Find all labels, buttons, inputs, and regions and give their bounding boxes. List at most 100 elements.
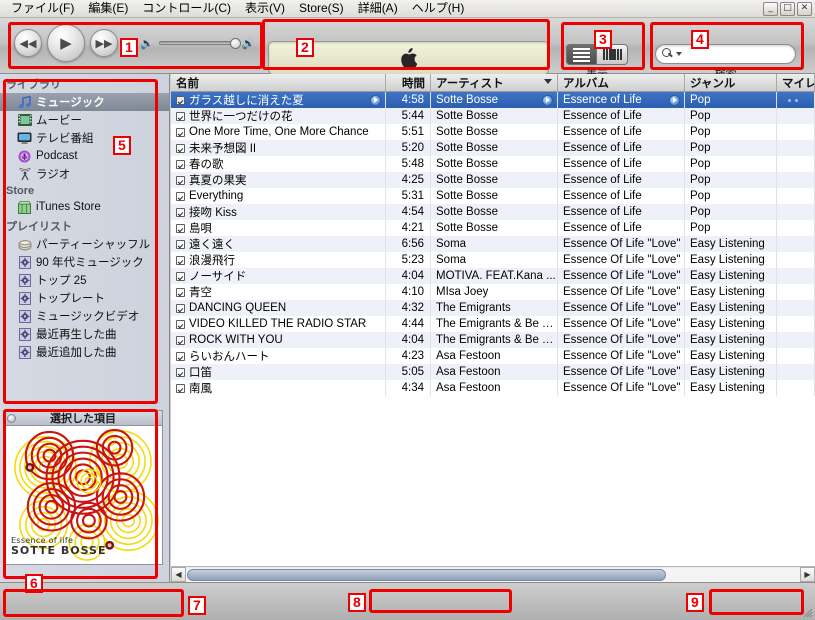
track-rating[interactable] [777, 364, 815, 380]
menu-help[interactable]: ヘルプ(H) [405, 0, 472, 17]
sidebar-item-トップレート[interactable]: トップレート [0, 289, 169, 307]
track-rating[interactable] [777, 108, 815, 124]
track-rating[interactable] [777, 156, 815, 172]
sidebar-item-最近追加した曲[interactable]: 最近追加した曲 [0, 343, 169, 361]
scroll-left-icon[interactable]: ◀ [171, 567, 186, 582]
scrollbar-thumb[interactable] [187, 568, 666, 581]
column-header-4[interactable]: ジャンル [685, 74, 777, 91]
next-button[interactable]: ▶▶ [90, 29, 118, 57]
table-row[interactable]: 青空 4:10 MIsa Joey Essence Of Life "Love" Eas… [171, 284, 815, 300]
sidebar-item-iTunes-Store[interactable]: iTunes Store [0, 198, 169, 216]
store-link-arrow-icon[interactable] [542, 94, 553, 106]
close-button[interactable]: ✕ [797, 2, 812, 16]
menu-file[interactable]: ファイル(F) [4, 0, 81, 17]
track-checkbox[interactable] [176, 207, 185, 217]
table-row[interactable]: 島唄 4:21 Sotte Bosse Essence of Life Pop [171, 220, 815, 236]
store-link-arrow-icon[interactable] [669, 94, 680, 106]
sidebar-item-トップ-25[interactable]: トップ 25 [0, 271, 169, 289]
track-rating[interactable] [777, 316, 815, 332]
sidebar-item-パーティーシャッフル[interactable]: パーティーシャッフル [0, 235, 169, 253]
search-icon[interactable] [662, 48, 674, 60]
search-box[interactable] [655, 44, 796, 64]
menu-advanced[interactable]: 詳細(A) [351, 0, 405, 17]
sidebar-item-ムービー[interactable]: ムービー [0, 111, 169, 129]
table-row[interactable]: 遠く遠く 6:56 Soma Essence Of Life "Love" Easy L… [171, 236, 815, 252]
track-rating[interactable] [777, 268, 815, 284]
track-rating[interactable] [777, 124, 815, 140]
track-checkbox[interactable] [176, 95, 185, 105]
table-row[interactable]: 南風 4:34 Asa Festoon Essence Of Life "Love" E… [171, 380, 815, 396]
track-checkbox[interactable] [176, 351, 185, 361]
track-checkbox[interactable] [176, 175, 185, 185]
table-row[interactable]: 真夏の果実 4:25 Sotte Bosse Essence of Life Pop [171, 172, 815, 188]
scroll-right-icon[interactable]: ▶ [800, 567, 815, 582]
track-rating[interactable] [777, 204, 815, 220]
table-row[interactable]: ノーサイド 4:04 MOTIVA. FEAT.Kana ... Essence Of… [171, 268, 815, 284]
menu-store[interactable]: Store(S) [292, 0, 351, 17]
track-rating[interactable] [777, 220, 815, 236]
previous-button[interactable]: ◀◀ [14, 29, 42, 57]
column-header-5[interactable]: マイレ [777, 74, 815, 91]
track-checkbox[interactable] [176, 287, 185, 297]
search-input[interactable] [682, 47, 787, 61]
table-row[interactable]: DANCING QUEEN 4:32 The Emigrants Essence Of… [171, 300, 815, 316]
table-row[interactable]: ガラス越しに消えた夏 4:58 Sotte Bosse Essence of Life… [171, 92, 815, 108]
volume-slider[interactable] [158, 38, 241, 49]
table-row[interactable]: 未来予想図 II 5:20 Sotte Bosse Essence of Life Po… [171, 140, 815, 156]
track-rating[interactable] [777, 188, 815, 204]
track-rating[interactable] [777, 252, 815, 268]
maximize-button[interactable]: □ [780, 2, 795, 16]
scrollbar-track[interactable] [186, 567, 800, 582]
resize-grip-icon[interactable] [801, 606, 813, 618]
rating-dots[interactable] [782, 98, 798, 102]
track-checkbox[interactable] [176, 303, 185, 313]
track-rating[interactable] [777, 284, 815, 300]
play-button[interactable]: ▶ [47, 24, 85, 62]
track-rating[interactable] [777, 380, 815, 396]
volume-slider-knob[interactable] [229, 38, 241, 49]
column-header-0[interactable]: 名前 [171, 74, 386, 91]
sidebar-item-最近再生した曲[interactable]: 最近再生した曲 [0, 325, 169, 343]
column-header-1[interactable]: 時間 [386, 74, 431, 91]
artwork-toggle-icon[interactable] [7, 414, 16, 423]
table-row[interactable]: ROCK WITH YOU 4:04 The Emigrants & Be T...… [171, 332, 815, 348]
track-rating[interactable] [777, 300, 815, 316]
track-rating[interactable] [777, 140, 815, 156]
table-row[interactable]: VIDEO KILLED THE RADIO STAR 4:44 The Emigr… [171, 316, 815, 332]
track-checkbox[interactable] [176, 223, 185, 233]
track-checkbox[interactable] [176, 255, 185, 265]
track-rating[interactable] [777, 332, 815, 348]
track-rating[interactable] [777, 348, 815, 364]
track-checkbox[interactable] [176, 111, 185, 121]
track-checkbox[interactable] [176, 319, 185, 329]
artwork-image[interactable]: Essence of life SOTTE BOSSE [3, 425, 163, 565]
track-checkbox[interactable] [176, 335, 185, 345]
track-checkbox[interactable] [176, 239, 185, 249]
track-rating[interactable] [777, 236, 815, 252]
track-checkbox[interactable] [176, 271, 185, 281]
list-view-button[interactable] [566, 44, 597, 65]
sidebar-item-ミュージック[interactable]: ミュージック [0, 93, 169, 111]
track-checkbox[interactable] [176, 191, 185, 201]
sidebar-item-ラジオ[interactable]: ラジオ [0, 165, 169, 183]
sidebar-item-90-年代ミュージック[interactable]: 90 年代ミュージック [0, 253, 169, 271]
sidebar-item-テレビ番組[interactable]: テレビ番組 [0, 129, 169, 147]
sidebar-item-ミュージックビデオ[interactable]: ミュージックビデオ [0, 307, 169, 325]
table-row[interactable]: 春の歌 5:48 Sotte Bosse Essence of Life Pop [171, 156, 815, 172]
column-header-3[interactable]: アルバム [558, 74, 685, 91]
track-checkbox[interactable] [176, 143, 185, 153]
table-row[interactable]: Everything 5:31 Sotte Bosse Essence of Life… [171, 188, 815, 204]
table-row[interactable]: 浪漫飛行 5:23 Soma Essence Of Life "Love" Easy L… [171, 252, 815, 268]
track-checkbox[interactable] [176, 383, 185, 393]
menu-view[interactable]: 表示(V) [238, 0, 292, 17]
minimize-button[interactable]: _ [763, 2, 778, 16]
table-row[interactable]: らいおんハート 4:23 Asa Festoon Essence Of Life "L… [171, 348, 815, 364]
menu-controls[interactable]: コントロール(C) [135, 0, 238, 17]
column-header-2[interactable]: アーティスト [431, 74, 558, 91]
track-checkbox[interactable] [176, 367, 185, 377]
sidebar-item-Podcast[interactable]: Podcast [0, 147, 169, 165]
horizontal-scrollbar[interactable]: ◀ ▶ [171, 566, 815, 582]
track-rating[interactable] [777, 172, 815, 188]
track-checkbox[interactable] [176, 159, 185, 169]
artwork-header[interactable]: 選択した項目 [3, 410, 163, 425]
